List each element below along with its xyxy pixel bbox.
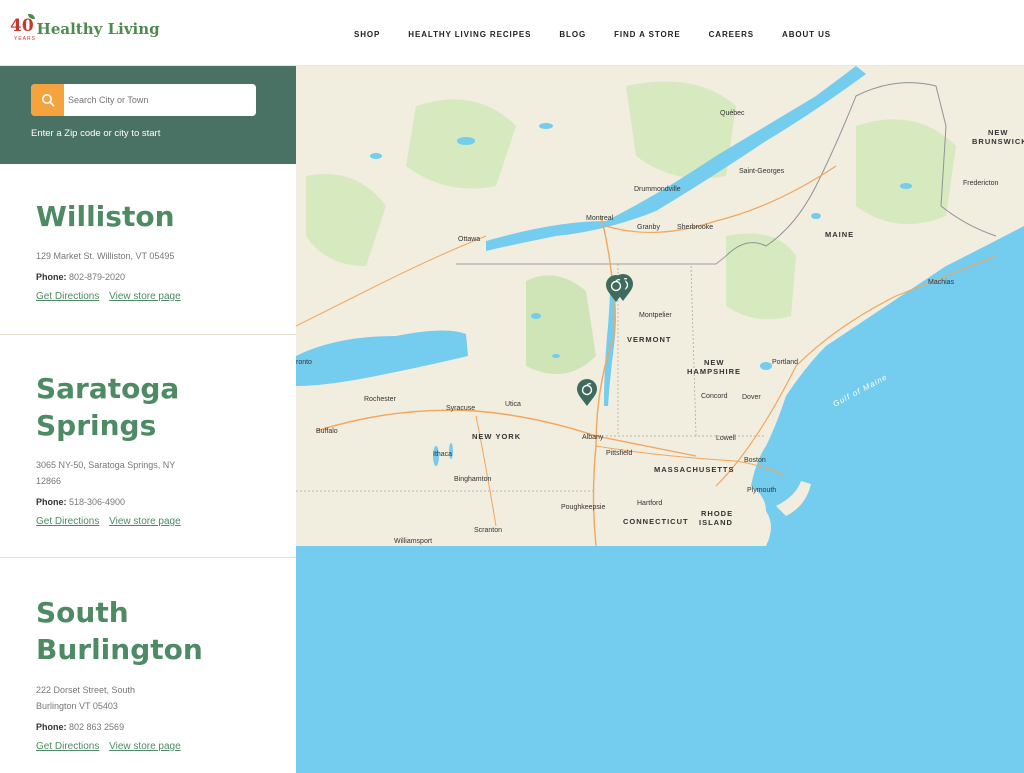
map-label: Buffalo: [316, 428, 338, 435]
map-tile[interactable]: Québec NEW BRUNSWICK Saint-Georges Frede…: [296, 66, 1024, 546]
store-phone: Phone: 518-306-4900: [36, 497, 260, 507]
map-label: RHODE: [701, 509, 734, 518]
store-phone: Phone: 802 863 2569: [36, 722, 260, 732]
nav-blog[interactable]: BLOG: [559, 30, 586, 39]
store-name-line1: South: [36, 596, 129, 629]
map-label: Sherbrooke: [677, 224, 714, 231]
store-card: South Burlington 222 Dorset Street, South…: [0, 558, 296, 773]
map-label: Machias: [928, 279, 955, 286]
map-label: Hartford: [637, 500, 663, 507]
map-label: Scranton: [474, 527, 503, 534]
map-label: Montreal: [586, 215, 614, 222]
main-nav: SHOP HEALTHY LIVING RECIPES BLOG FIND A …: [354, 30, 859, 39]
phone-label: Phone:: [36, 272, 67, 282]
map-label: Fredericton: [963, 180, 999, 187]
store-phone: Phone: 802-879-2020: [36, 272, 260, 282]
store-links: Get Directions View store page: [36, 291, 260, 302]
store-card: Williston 129 Market St. Williston, VT 0…: [0, 164, 296, 335]
map-label: HAMPSHIRE: [687, 367, 742, 376]
logo-years: YEARS: [14, 36, 36, 42]
map-label: ronto: [296, 359, 312, 366]
store-pin-marker[interactable]: [576, 379, 598, 407]
map-label: Ottawa: [458, 236, 481, 243]
view-store-page-link[interactable]: View store page: [109, 741, 181, 752]
map-label: Williamsport: [394, 538, 433, 545]
map-label: Québec: [720, 110, 745, 117]
store-address-line1: 222 Dorset Street, South: [36, 685, 136, 695]
map-label: Albany: [582, 434, 604, 441]
store-address-line1: 3065 NY-50, Saratoga Springs, NY: [36, 460, 176, 470]
map-label: BRUNSWICK: [972, 137, 1024, 146]
map-label: Granby: [637, 224, 660, 231]
store-pin-marker[interactable]: [605, 275, 627, 303]
get-directions-link[interactable]: Get Directions: [36, 741, 99, 752]
map-label: Plymouth: [747, 487, 777, 494]
map-label: Binghamton: [454, 476, 492, 483]
nav-find-a-store[interactable]: FIND A STORE: [614, 30, 681, 39]
map-label: NEW: [704, 358, 725, 367]
map-label: Utica: [505, 401, 521, 408]
nav-recipes[interactable]: HEALTHY LIVING RECIPES: [408, 30, 531, 39]
map-label: Poughkeepsie: [561, 504, 606, 511]
map-label: MAINE: [825, 230, 855, 239]
map-label: Drummondville: [634, 186, 681, 193]
get-directions-link[interactable]: Get Directions: [36, 291, 99, 302]
phone-label: Phone:: [36, 722, 67, 732]
map-label: NEW YORK: [472, 432, 522, 441]
view-store-page-link[interactable]: View store page: [109, 291, 181, 302]
phone-number: 518-306-4900: [69, 497, 126, 507]
map-label: Dover: [742, 394, 761, 401]
store-name-line2: Springs: [36, 409, 157, 442]
nav-careers[interactable]: CAREERS: [709, 30, 754, 39]
search-input[interactable]: [64, 84, 256, 116]
map-label: Saint-Georges: [739, 168, 785, 175]
search-icon: [41, 94, 54, 107]
store-links: Get Directions View store page: [36, 741, 260, 752]
store-address: 3065 NY-50, Saratoga Springs, NY 12866: [36, 457, 196, 489]
map-label: NEW: [988, 128, 1009, 137]
nav-about-us[interactable]: ABOUT US: [782, 30, 831, 39]
map-label: Montpelier: [639, 312, 672, 319]
store-map[interactable]: Québec NEW BRUNSWICK Saint-Georges Frede…: [296, 66, 1024, 773]
store-name-line2: Burlington: [36, 633, 203, 666]
search-panel: Enter a Zip code or city to start: [0, 66, 296, 164]
get-directions-link[interactable]: Get Directions: [36, 516, 99, 527]
store-name: Saratoga Springs: [36, 370, 260, 444]
store-address: 129 Market St. Williston, VT 05495: [36, 251, 175, 261]
store-links: Get Directions View store page: [36, 516, 260, 527]
search-hint: Enter a Zip code or city to start: [31, 128, 161, 139]
map-label: Boston: [744, 457, 766, 464]
logo-number: 40: [10, 16, 34, 36]
store-address: 222 Dorset Street, South Burlington VT 0…: [36, 682, 151, 714]
map-label: Rochester: [364, 396, 396, 403]
site-header: 40 YEARS Healthy Living SHOP HEALTHY LIV…: [0, 0, 1024, 66]
map-label: Ithaca: [433, 451, 453, 458]
store-card: Saratoga Springs 3065 NY-50, Saratoga Spr…: [0, 335, 296, 558]
map-label: Syracuse: [446, 405, 476, 412]
map-geography: [296, 66, 1024, 546]
search-button[interactable]: [31, 84, 64, 116]
view-store-page-link[interactable]: View store page: [109, 516, 181, 527]
map-label: Concord: [701, 393, 728, 400]
nav-shop[interactable]: SHOP: [354, 30, 380, 39]
store-address-line2: 12866: [36, 476, 62, 486]
phone-number: 802 863 2569: [69, 722, 125, 732]
map-label: CONNECTICUT: [623, 517, 689, 526]
map-label: VERMONT: [627, 335, 672, 344]
map-label: Pittsfield: [606, 450, 633, 457]
map-label: Portland: [772, 359, 799, 366]
store-name-line1: Saratoga: [36, 372, 180, 405]
map-label: Lowell: [716, 435, 736, 442]
phone-number: 802-879-2020: [69, 272, 126, 282]
logo-text: Healthy Living: [36, 20, 160, 38]
logo[interactable]: 40 YEARS Healthy Living: [10, 14, 160, 42]
store-name: South Burlington: [36, 594, 260, 668]
search-box: [31, 84, 256, 116]
store-address-line2: Burlington VT 05403: [36, 701, 118, 711]
phone-label: Phone:: [36, 497, 67, 507]
map-label: MASSACHUSETTS: [654, 465, 735, 474]
map-label: ISLAND: [699, 518, 733, 527]
store-name: Williston: [36, 200, 175, 233]
store-list-sidebar: Enter a Zip code or city to start Willis…: [0, 66, 296, 773]
